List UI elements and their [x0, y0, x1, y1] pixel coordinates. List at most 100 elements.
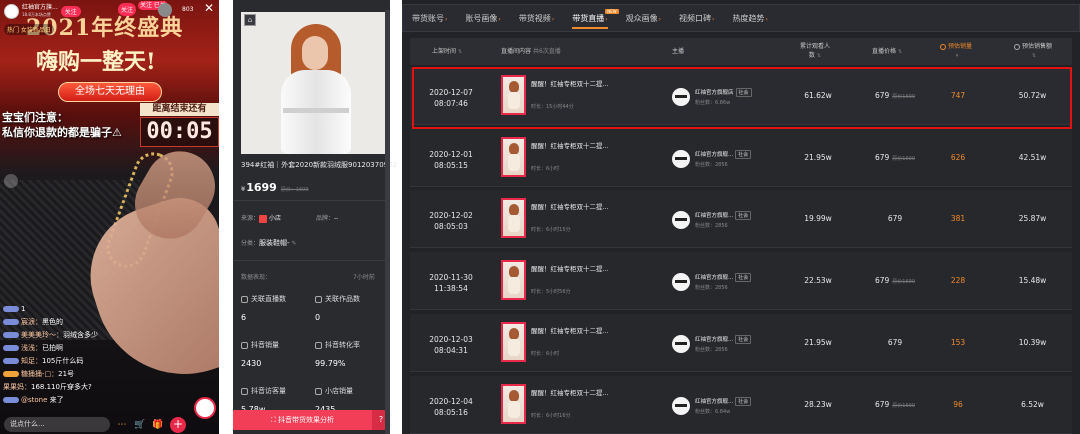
live-title[interactable]: 醒醒！红袖专柜双十二提...	[531, 201, 609, 211]
stat-related-lives: 关联直播数 6	[241, 295, 286, 322]
table-row[interactable]: 2020-12-07 08:07:46 醒醒！红袖专柜双十二提... 时长：15小时4…	[410, 67, 1072, 125]
cart-float-icon[interactable]	[4, 174, 18, 188]
header-time[interactable]: 上架时间 ⇅	[432, 47, 462, 57]
comment-input[interactable]: 说点什么...	[4, 417, 110, 432]
header-views[interactable]: 累计观看人数 ⇅	[800, 42, 830, 61]
table-row[interactable]: 2020-12-01 08:05:15 醒醒！红袖专柜双十二提... 时长：6小时 红袖…	[410, 129, 1072, 187]
anchor-name[interactable]: 红袖官方旗舰... 社会	[695, 273, 752, 282]
table-row[interactable]: 2020-11-30 11:38:54 醒醒！红袖专柜双十二提... 时长：5小时56…	[410, 252, 1072, 310]
conversion-icon	[315, 341, 322, 349]
cell-views: 21.95w	[804, 153, 832, 162]
cell-sales: 153	[950, 338, 966, 347]
anchor-tag: 社会	[735, 335, 752, 344]
cell-views: 21.95w	[804, 338, 832, 347]
gift-icon[interactable]: 🎁	[152, 419, 164, 431]
anchor-name[interactable]: 红袖官方旗舰... 社会	[695, 397, 752, 406]
shop-icon	[315, 387, 322, 395]
live-thumbnail[interactable]	[501, 384, 526, 424]
live-thumbnail[interactable]	[501, 75, 526, 115]
header-sales[interactable]: 预估销量 ▾	[940, 42, 972, 61]
anchor-name: 红袖官方旗... 18.8万本场点赞	[22, 4, 58, 17]
live-thumbnail[interactable]	[501, 137, 526, 177]
analysis-button[interactable]: ⛶ 抖音带货效果分析	[233, 410, 372, 430]
tab-account-profile[interactable]: 账号画像›	[456, 5, 509, 31]
cell-price: 679	[887, 338, 903, 347]
row-datetime: 2020-12-02 08:05:03	[429, 211, 473, 231]
tab-videos[interactable]: 带货视频›	[510, 5, 563, 31]
anchor-avatar[interactable]	[672, 397, 690, 415]
product-category: 分类：服装鞋帽- ✎	[241, 239, 297, 247]
cell-views: 22.53w	[804, 276, 832, 285]
level-badge-icon	[3, 319, 19, 325]
live-icon	[241, 295, 248, 303]
stat-related-works: 关联作品数 0	[315, 295, 360, 322]
home-icon[interactable]: ⌂	[244, 14, 256, 26]
tab-bar: 带货账号› 账号画像› 带货视频› 带货直播› NEW 观众画像› 视频口碑› 热…	[402, 4, 1080, 32]
header-price[interactable]: 直播价格 ⇅	[872, 47, 902, 57]
anchor-name[interactable]: 红袖官方旗舰店 社会	[695, 88, 752, 97]
tab-reputation[interactable]: 视频口碑›	[670, 5, 723, 31]
chat-message: 宸涙：黑色的	[3, 316, 193, 329]
live-duration: 时长：6小时	[531, 351, 560, 357]
more-icon[interactable]: ⋯	[116, 419, 128, 431]
divider	[233, 200, 390, 201]
header-gmv[interactable]: 预估销售额 ⇅	[1014, 42, 1052, 61]
anchor-avatar[interactable]	[4, 3, 19, 19]
chat-list: 1 宸涙：黑色的 美美美玲～：羽绒含多少 浅浅：已拍啊 知足：105斤什么码 糖…	[3, 303, 193, 407]
cell-sales: 228	[950, 276, 966, 285]
anchor-avatar[interactable]	[672, 211, 690, 229]
tab-accounts[interactable]: 带货账号›	[403, 5, 456, 31]
cart-icon[interactable]: 🛒	[134, 419, 146, 431]
live-tag[interactable]: 热门 女装新品日	[4, 24, 54, 35]
cell-sales: 626	[950, 153, 966, 162]
live-title[interactable]: 醒醒！红袖专柜双十二提...	[531, 387, 609, 397]
cell-gmv: 10.39w	[1018, 338, 1047, 347]
live-title[interactable]: 醒醒！红袖专柜双十二提...	[531, 140, 609, 150]
follow-button[interactable]: 关注	[60, 5, 81, 17]
table-row[interactable]: 2020-12-02 08:05:03 醒醒！红袖专柜双十二提... 时长：6小时15…	[410, 190, 1072, 248]
viewer-avatar[interactable]	[158, 3, 172, 17]
chat-message: @stone 来了	[3, 394, 193, 407]
row-datetime: 2020-11-30 11:38:54	[429, 273, 473, 293]
anchor-avatar[interactable]	[672, 273, 690, 291]
table-row[interactable]: 2020-12-04 08:05:16 醒醒！红袖专柜双十二提... 时长：6小时16…	[410, 376, 1072, 434]
follow-button-2[interactable]: 关注	[118, 3, 137, 16]
level-badge-icon	[3, 306, 19, 312]
live-thumbnail[interactable]	[501, 198, 526, 238]
tab-trend[interactable]: 热度趋势›	[723, 5, 776, 31]
product-title[interactable]: 394#红袖｜外套2020新款羽绒服90120370902	[241, 160, 397, 170]
info-icon	[940, 43, 946, 50]
table-header: 上架时间 ⇅ 直播间内容 共6次直播 主播 累计观看人数 ⇅ 直播价格 ⇅ 预估销量 ▾…	[410, 38, 1072, 65]
live-duration: 时长：6小时	[531, 166, 560, 172]
row-datetime: 2020-12-03 08:04:31	[429, 335, 473, 355]
anchor-name[interactable]: 红袖官方旗舰... 社会	[695, 211, 752, 220]
live-title[interactable]: 醒醒！红袖专柜双十二提...	[531, 325, 609, 335]
anchor-name[interactable]: 红袖官方旗舰... 社会	[695, 335, 752, 344]
close-icon[interactable]: ✕	[204, 2, 214, 14]
anchor-name[interactable]: 红袖官方旗舰... 社会	[695, 150, 752, 159]
row-datetime: 2020-12-04 08:05:16	[429, 397, 473, 417]
level-badge-icon	[3, 332, 19, 338]
viewer-count: 803	[182, 6, 194, 13]
anchor-avatar[interactable]	[672, 335, 690, 353]
level-badge-icon	[3, 397, 19, 403]
live-thumbnail[interactable]	[501, 322, 526, 362]
table-row[interactable]: 2020-12-03 08:04:31 醒醒！红袖专柜双十二提... 时长：6小时 红袖…	[410, 314, 1072, 372]
anchor-avatar[interactable]	[672, 150, 690, 168]
tab-audience[interactable]: 观众画像›	[617, 5, 670, 31]
countdown-label: 距离结束还有	[140, 103, 219, 116]
live-thumbnail[interactable]	[501, 260, 526, 300]
level-badge-icon	[3, 371, 19, 377]
product-image[interactable]	[241, 12, 385, 154]
live-table-panel: 带货账号› 账号画像› 带货视频› 带货直播› NEW 观众画像› 视频口碑› 热…	[402, 0, 1080, 434]
live-title[interactable]: 醒醒！红袖专柜双十二提...	[531, 78, 609, 88]
anchor-avatar[interactable]	[672, 88, 690, 106]
live-title[interactable]: 醒醒！红袖专柜双十二提...	[531, 263, 609, 273]
video-icon	[315, 295, 322, 303]
scrollbar[interactable]	[385, 10, 390, 434]
tab-lives[interactable]: 带货直播› NEW	[563, 5, 619, 31]
cell-sales: 747	[950, 91, 966, 100]
plus-icon[interactable]: +	[170, 416, 186, 433]
live-duration: 时长：5小时56分	[531, 289, 571, 295]
cell-gmv: 6.52w	[1021, 400, 1044, 409]
